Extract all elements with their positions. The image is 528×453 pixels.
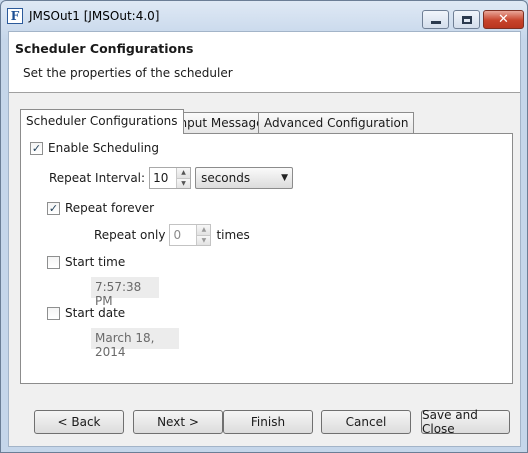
- maximize-icon: [461, 15, 472, 24]
- title-bar[interactable]: F JMSOut1 [JMSOut:4.0] ✕: [1, 1, 527, 31]
- interval-unit-select[interactable]: seconds ▼: [195, 167, 294, 189]
- times-label: times: [216, 228, 250, 242]
- app-icon: F: [7, 8, 23, 24]
- enable-scheduling-checkbox[interactable]: ✓: [30, 141, 43, 155]
- close-icon: ✕: [498, 12, 509, 27]
- start-date-field[interactable]: March 18, 2014: [91, 328, 179, 359]
- tab-scheduler-configurations[interactable]: Scheduler Configurations: [20, 109, 184, 134]
- page-subtitle: Set the properties of the scheduler: [23, 66, 233, 80]
- enable-scheduling-label: Enable Scheduling: [48, 141, 160, 155]
- repeat-only-row: Repeat only 0 ▲ ▼ times: [94, 224, 250, 246]
- start-time-field[interactable]: 7:57:38 PM: [91, 277, 159, 308]
- repeat-only-spinner[interactable]: 0 ▲ ▼: [169, 224, 212, 246]
- maximize-button[interactable]: [453, 10, 480, 29]
- start-date-row[interactable]: Start date: [47, 306, 125, 320]
- repeat-interval-spinner[interactable]: 10 ▲ ▼: [149, 167, 192, 189]
- spinner-down-icon[interactable]: ▼: [177, 177, 191, 188]
- repeat-only-label: Repeat only: [94, 228, 166, 242]
- start-date-label: Start date: [65, 306, 126, 320]
- tab-advanced-configuration[interactable]: Advanced Configuration: [258, 112, 415, 133]
- finish-button[interactable]: Finish: [223, 410, 313, 434]
- minimize-button[interactable]: [422, 10, 449, 29]
- chevron-down-icon: ▼: [281, 173, 289, 183]
- repeat-forever-row[interactable]: ✓ Repeat forever: [47, 201, 154, 215]
- dialog-body: Scheduler Configurations Set the propert…: [8, 31, 521, 447]
- interval-unit-value: seconds: [201, 171, 251, 185]
- minimize-icon: [430, 21, 441, 24]
- back-button[interactable]: < Back: [34, 410, 124, 434]
- enable-scheduling-row[interactable]: ✓ Enable Scheduling: [30, 141, 159, 155]
- page-title: Scheduler Configurations: [15, 41, 194, 56]
- repeat-only-value[interactable]: 0: [170, 225, 196, 245]
- repeat-interval-row: Repeat Interval: 10 ▲ ▼ seconds ▼: [49, 167, 294, 189]
- save-and-close-button[interactable]: Save and Close: [421, 408, 510, 436]
- start-date-checkbox[interactable]: [47, 306, 60, 320]
- next-button[interactable]: Next >: [133, 410, 223, 434]
- repeat-forever-label: Repeat forever: [65, 201, 155, 215]
- repeat-interval-value[interactable]: 10: [150, 168, 176, 188]
- dialog-window: F JMSOut1 [JMSOut:4.0] ✕ Scheduler Confi…: [0, 0, 528, 453]
- tab-input-message[interactable]: Input Message: [170, 112, 270, 133]
- start-time-label: Start time: [65, 255, 126, 269]
- wizard-header: Scheduler Configurations Set the propert…: [9, 32, 520, 93]
- repeat-forever-checkbox[interactable]: ✓: [47, 201, 60, 215]
- start-time-row[interactable]: Start time: [47, 255, 125, 269]
- spinner-up-icon[interactable]: ▲: [177, 168, 191, 178]
- close-button[interactable]: ✕: [483, 10, 524, 29]
- repeat-interval-label: Repeat Interval:: [49, 171, 146, 185]
- start-time-checkbox[interactable]: [47, 255, 60, 269]
- cancel-button[interactable]: Cancel: [321, 410, 411, 434]
- spinner-up-icon[interactable]: ▲: [197, 225, 211, 235]
- scheduler-panel: ✓ Enable Scheduling Repeat Interval: 10 …: [20, 133, 513, 384]
- window-title: JMSOut1 [JMSOut:4.0]: [29, 9, 160, 23]
- spinner-down-icon[interactable]: ▼: [197, 234, 211, 245]
